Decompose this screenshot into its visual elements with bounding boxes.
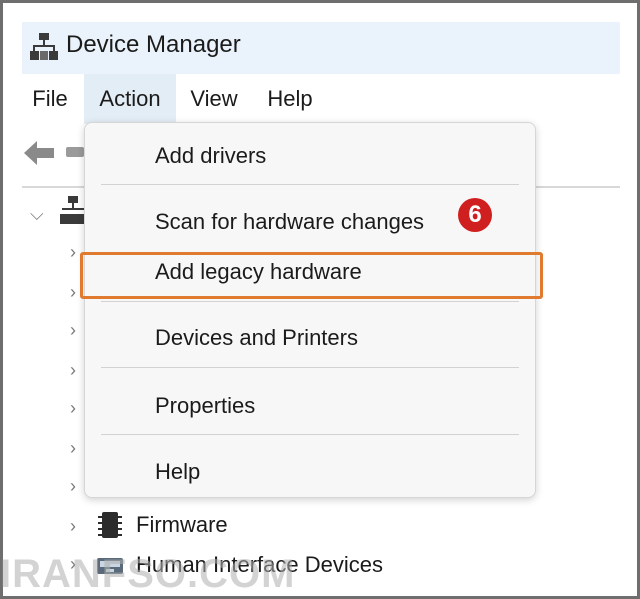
tree-item-label: Firmware	[136, 512, 228, 537]
menu-item-properties[interactable]: Properties	[85, 383, 537, 429]
menu-separator	[101, 434, 519, 435]
action-dropdown-menu: Add drivers Scan for hardware changes Ad…	[84, 122, 536, 498]
menu-item-label: Scan for hardware changes	[155, 209, 425, 234]
chevron-right-icon[interactable]: ›	[70, 242, 76, 262]
menu-item-label: Devices and Printers	[155, 325, 358, 350]
menu-item-add-drivers[interactable]: Add drivers	[85, 133, 537, 179]
title-bar: Device Manager	[22, 22, 620, 74]
step-number-badge: 6	[458, 198, 492, 232]
menu-item-label: Add legacy hardware	[155, 259, 362, 284]
menu-item-label: Properties	[155, 393, 256, 418]
chevron-right-icon[interactable]: ›	[70, 398, 76, 418]
tree-item-firmware[interactable]: Firmware	[96, 508, 396, 542]
device-manager-icon	[30, 33, 58, 60]
menu-separator	[101, 184, 519, 185]
menu-action[interactable]: Action	[84, 74, 176, 124]
menu-separator	[101, 367, 519, 368]
window-title: Device Manager	[66, 31, 241, 58]
menu-file[interactable]: File	[22, 74, 78, 124]
forward-arrow-icon[interactable]	[66, 145, 84, 159]
menu-item-label: Add drivers	[155, 143, 267, 168]
menu-item-devices-and-printers[interactable]: Devices and Printers	[85, 315, 537, 361]
menu-help[interactable]: Help	[258, 74, 322, 124]
menu-item-help[interactable]: Help	[85, 449, 537, 495]
chevron-right-icon[interactable]: ›	[70, 282, 76, 302]
chevron-right-icon[interactable]: ›	[70, 360, 76, 380]
menu-item-add-legacy-hardware[interactable]: Add legacy hardware	[85, 249, 537, 295]
back-arrow-icon[interactable]	[24, 140, 54, 166]
firmware-chip-icon	[98, 512, 122, 538]
chevron-right-icon[interactable]: ›	[70, 438, 76, 458]
chevron-down-icon[interactable]: ⌵	[30, 204, 44, 224]
chevron-right-icon[interactable]: ›	[70, 476, 76, 496]
menu-item-label: Help	[155, 459, 201, 484]
menu-view[interactable]: View	[182, 74, 246, 124]
computer-node-icon	[60, 196, 86, 224]
watermark: IRANFSO.COM	[0, 552, 296, 596]
chevron-right-icon[interactable]: ›	[70, 320, 76, 340]
menu-separator	[101, 301, 519, 302]
menu-bar: File Action View Help	[22, 74, 620, 126]
chevron-right-icon[interactable]: ›	[70, 516, 76, 536]
